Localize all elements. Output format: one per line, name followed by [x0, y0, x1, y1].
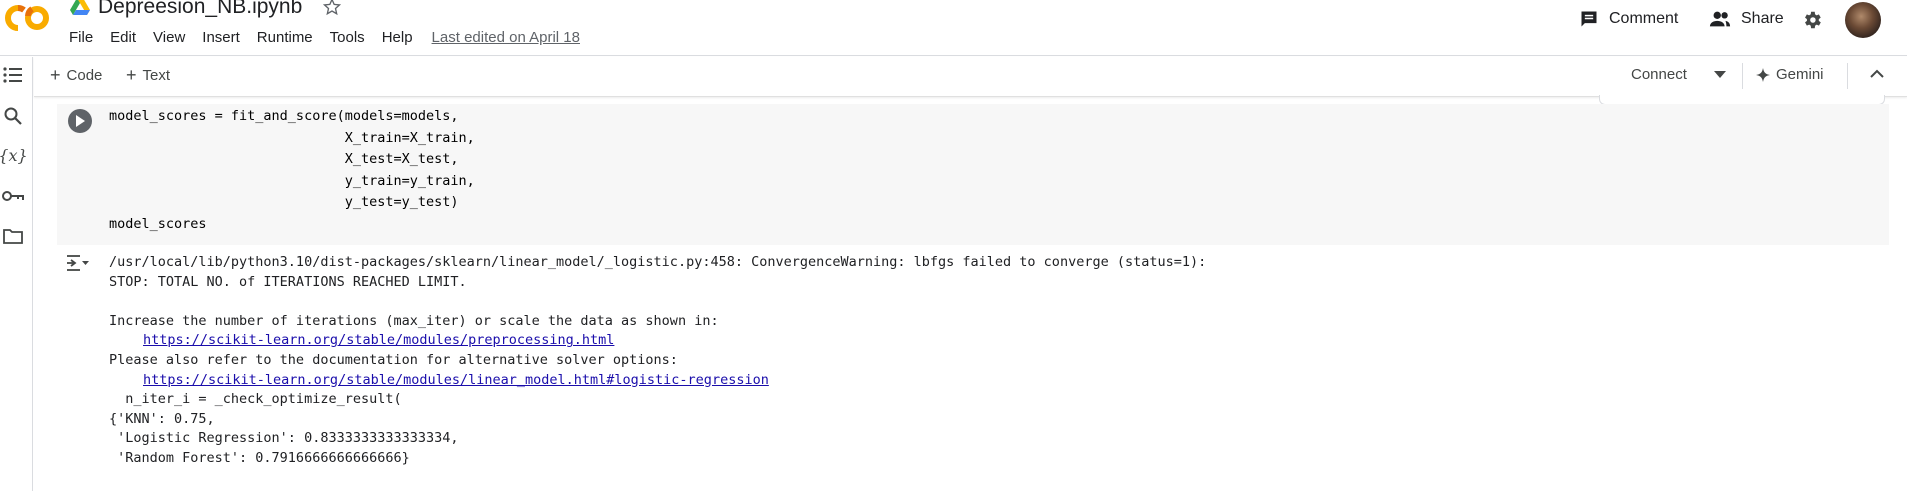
cell-output: /usr/local/lib/python3.10/dist-packages/…: [109, 253, 1206, 469]
menu-insert[interactable]: Insert: [202, 29, 240, 46]
settings-button[interactable]: [1801, 9, 1823, 36]
comment-button[interactable]: Comment: [1579, 9, 1678, 29]
menu-tools[interactable]: Tools: [330, 29, 365, 46]
stop-text: STOP: TOTAL NO. of ITERATIONS REACHED LI…: [109, 273, 467, 290]
menu-edit[interactable]: Edit: [110, 29, 136, 46]
menu-runtime[interactable]: Runtime: [257, 29, 313, 46]
key-icon[interactable]: [0, 183, 26, 209]
chevron-down-icon[interactable]: [1714, 71, 1726, 79]
add-text-button[interactable]: + Text: [126, 66, 170, 84]
gemini-label: Gemini: [1776, 66, 1824, 83]
menu-help[interactable]: Help: [382, 29, 413, 46]
folder-icon[interactable]: [0, 223, 26, 249]
connect-button[interactable]: Connect: [1631, 66, 1687, 83]
code-line: model_scores: [109, 215, 207, 232]
increase-text: Increase the number of iterations (max_i…: [109, 312, 719, 329]
left-sidebar: {x}: [0, 57, 33, 491]
add-text-label: Text: [142, 66, 171, 84]
menu-view[interactable]: View: [153, 29, 185, 46]
code-editor[interactable]: model_scores = fit_and_score(models=mode…: [109, 106, 475, 235]
user-avatar[interactable]: [1845, 2, 1881, 38]
gemini-sparkle-icon: [1756, 67, 1770, 82]
gear-icon: [1805, 11, 1821, 29]
run-cell-button[interactable]: [68, 109, 92, 133]
plus-icon: +: [50, 65, 61, 85]
result-line: 'Logistic Regression': 0.833333333333333…: [109, 430, 459, 447]
google-drive-icon[interactable]: [70, 0, 90, 16]
niter-text: n_iter_i = _check_optimize_result(: [109, 391, 402, 408]
share-label: Share: [1741, 10, 1784, 27]
result-line: {'KNN': 0.75,: [109, 410, 215, 427]
star-icon[interactable]: [322, 0, 342, 17]
result-line: 'Random Forest': 0.7916666666666666}: [109, 449, 410, 466]
notebook-title[interactable]: Depreesion_NB.ipynb: [98, 0, 302, 19]
add-code-button[interactable]: + Code: [50, 66, 102, 84]
code-line: X_train=X_train,: [109, 129, 475, 146]
connect-label: Connect: [1631, 66, 1687, 83]
code-line: y_test=y_test): [109, 194, 459, 210]
toolbar-divider: [1847, 63, 1848, 89]
code-line: y_train=y_train,: [109, 172, 475, 189]
comment-label: Comment: [1609, 10, 1679, 27]
output-actions-icon[interactable]: [66, 254, 90, 272]
chevron-up-icon[interactable]: [1869, 68, 1885, 78]
menu-file[interactable]: File: [69, 29, 93, 46]
plus-icon: +: [126, 65, 137, 85]
preprocessing-link[interactable]: https://scikit-learn.org/stable/modules/…: [143, 332, 614, 348]
search-icon[interactable]: [0, 103, 26, 129]
refer-text: Please also refer to the documentation f…: [109, 351, 678, 368]
menu-bar: File Edit View Insert Runtime Tools Help…: [69, 29, 597, 46]
colab-logo[interactable]: [4, 2, 52, 34]
gemini-button[interactable]: Gemini: [1756, 66, 1824, 83]
toc-icon[interactable]: [0, 62, 26, 88]
code-line: model_scores = fit_and_score(models=mode…: [109, 108, 459, 124]
add-code-label: Code: [66, 66, 103, 84]
logistic-regression-link[interactable]: https://scikit-learn.org/stable/modules/…: [143, 372, 769, 388]
variables-icon[interactable]: {x}: [0, 142, 28, 168]
notebook-toolbar: + Code + Text Connect Gemini: [34, 57, 1907, 97]
share-button[interactable]: Share: [1709, 9, 1784, 29]
play-icon: [76, 115, 85, 127]
app-header: Depreesion_NB.ipynb File Edit View Inser…: [0, 0, 1907, 56]
code-line: X_test=X_test,: [109, 151, 459, 167]
warning-text: /usr/local/lib/python3.10/dist-packages/…: [109, 254, 1207, 270]
toolbar-divider: [1742, 63, 1743, 89]
share-people-icon: [1709, 11, 1731, 27]
last-edited-link[interactable]: Last edited on April 18: [432, 29, 580, 46]
comment-icon: [1581, 11, 1597, 27]
